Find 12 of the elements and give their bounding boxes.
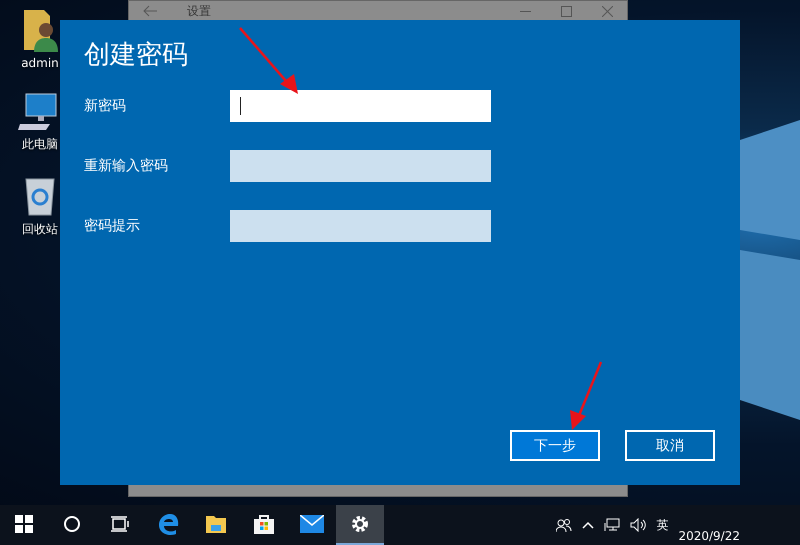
field-label: 密码提示: [84, 217, 141, 235]
date-text[interactable]: 2020/9/22: [678, 529, 740, 543]
field-label: 新密码: [84, 97, 127, 115]
cancel-button[interactable]: 取消: [625, 430, 715, 461]
input-language-indicator[interactable]: 英: [656, 516, 668, 534]
dialog-title: 创建密码: [84, 39, 189, 72]
next-button[interactable]: 下一步: [510, 430, 600, 461]
window-title: 设置: [187, 2, 212, 20]
desktop-icon-label[interactable]: admin: [21, 56, 59, 70]
field-label: 重新输入密码: [84, 157, 169, 175]
desktop-icon-label[interactable]: 回收站: [22, 221, 58, 238]
desktop-icon-label[interactable]: 此电脑: [22, 136, 58, 153]
